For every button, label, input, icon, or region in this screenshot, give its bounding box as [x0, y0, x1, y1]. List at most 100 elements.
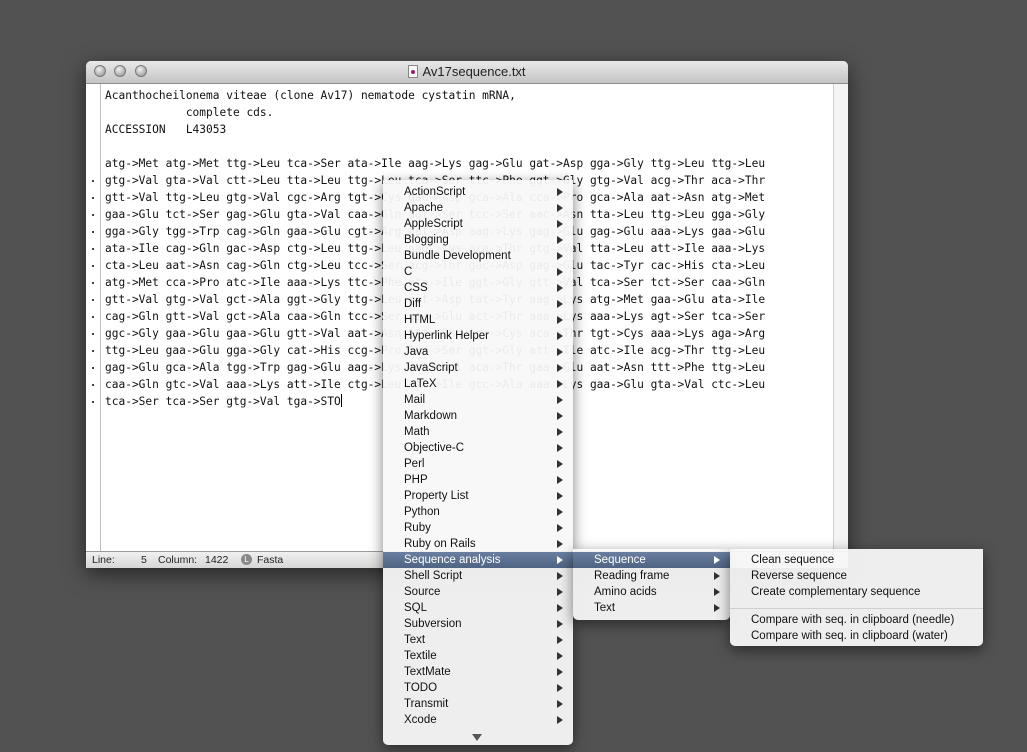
menu-item-objective-c[interactable]: Objective-C — [383, 440, 573, 456]
submenu-arrow-icon — [557, 364, 563, 372]
menu-item-math[interactable]: Math — [383, 424, 573, 440]
submenu-arrow-icon — [557, 252, 563, 260]
sequence-analysis-submenu: Sequence Reading frame Amino acids Text — [573, 549, 730, 620]
menu-item-property-list[interactable]: Property List — [383, 488, 573, 504]
menu-item-reading-frame[interactable]: Reading frame — [573, 568, 730, 584]
code-line: Acanthocheilonema viteae (clone Av17) ne… — [105, 89, 516, 102]
menu-item-sql[interactable]: SQL — [383, 600, 573, 616]
menu-item-css[interactable]: CSS — [383, 280, 573, 296]
menu-item-perl[interactable]: Perl — [383, 456, 573, 472]
code-line: ACCESSION L43053 — [105, 123, 227, 136]
menu-item-label: C — [404, 266, 413, 278]
menu-item-source[interactable]: Source — [383, 584, 573, 600]
menu-item-text[interactable]: Text — [383, 632, 573, 648]
gutter-marker — [92, 231, 94, 233]
menu-item-reverse-sequence[interactable]: Reverse sequence — [730, 568, 983, 584]
line-gutter[interactable] — [86, 84, 101, 552]
menu-item-ruby[interactable]: Ruby — [383, 520, 573, 536]
gutter-marker — [92, 333, 94, 335]
gutter-marker — [92, 367, 94, 369]
menu-item-label: Perl — [404, 458, 425, 470]
menu-item-python[interactable]: Python — [383, 504, 573, 520]
menu-item-applescript[interactable]: AppleScript — [383, 216, 573, 232]
menu-item-javascript[interactable]: JavaScript — [383, 360, 573, 376]
gutter-marker — [92, 401, 94, 403]
menu-item-label: Apache — [404, 202, 444, 214]
submenu-arrow-icon — [714, 588, 720, 596]
menu-item-text[interactable]: Text — [573, 600, 730, 616]
menu-item-label: Bundle Development — [404, 250, 511, 262]
menu-item-label: Java — [404, 346, 429, 358]
submenu-arrow-icon — [557, 716, 563, 724]
submenu-arrow-icon — [557, 668, 563, 676]
menu-item-xcode[interactable]: Xcode — [383, 712, 573, 728]
menu-item-sequence-analysis[interactable]: Sequence analysis — [383, 552, 573, 568]
menu-item-label: Text — [404, 634, 426, 646]
submenu-arrow-icon — [714, 604, 720, 612]
menu-item-compare-with-seq-in-clipboard-needle[interactable]: Compare with seq. in clipboard (needle) — [730, 612, 983, 628]
title-bar[interactable]: Av17sequence.txt — [86, 61, 848, 84]
window-title: Av17sequence.txt — [422, 64, 526, 79]
menu-item-textile[interactable]: Textile — [383, 648, 573, 664]
submenu-arrow-icon — [557, 556, 563, 564]
submenu-arrow-icon — [557, 524, 563, 532]
menu-item-label: Hyperlink Helper — [404, 330, 490, 342]
menu-item-php[interactable]: PHP — [383, 472, 573, 488]
submenu-arrow-icon — [557, 220, 563, 228]
menu-item-shell-script[interactable]: Shell Script — [383, 568, 573, 584]
menu-item-bundle-development[interactable]: Bundle Development — [383, 248, 573, 264]
menu-item-label: HTML — [404, 314, 436, 326]
submenu-arrow-icon — [557, 380, 563, 388]
menu-item-textmate[interactable]: TextMate — [383, 664, 573, 680]
menu-item-html[interactable]: HTML — [383, 312, 573, 328]
submenu-arrow-icon — [557, 444, 563, 452]
menu-item-label: ActionScript — [404, 186, 466, 198]
menu-item-label: Property List — [404, 490, 469, 502]
menu-item-todo[interactable]: TODO — [383, 680, 573, 696]
menu-item-hyperlink-helper[interactable]: Hyperlink Helper — [383, 328, 573, 344]
line-number[interactable]: 5 — [141, 554, 147, 566]
menu-item-subversion[interactable]: Subversion — [383, 616, 573, 632]
menu-item-sequence[interactable]: Sequence — [573, 552, 730, 568]
menu-item-mail[interactable]: Mail — [383, 392, 573, 408]
menu-item-markdown[interactable]: Markdown — [383, 408, 573, 424]
gutter-marker — [92, 384, 94, 386]
menu-item-label: Source — [404, 586, 441, 598]
submenu-arrow-icon — [557, 348, 563, 356]
menu-item-compare-with-seq-in-clipboard-water[interactable]: Compare with seq. in clipboard (water) — [730, 628, 983, 644]
code-line: atg->Met atg->Met ttg->Leu tca->Ser ata-… — [105, 157, 766, 170]
line-label: Line: — [92, 554, 115, 566]
submenu-arrow-icon — [557, 284, 563, 292]
submenu-arrow-icon — [557, 268, 563, 276]
menu-item-diff[interactable]: Diff — [383, 296, 573, 312]
language-gear-icon[interactable]: L — [241, 554, 252, 565]
menu-item-label: JavaScript — [404, 362, 458, 374]
submenu-arrow-icon — [557, 572, 563, 580]
menu-item-actionscript[interactable]: ActionScript — [383, 184, 573, 200]
submenu-arrow-icon — [557, 604, 563, 612]
menu-item-label: Sequence — [594, 554, 646, 566]
bundles-menu: ActionScript Apache AppleScript Blogging Bun… — [383, 180, 573, 745]
scroll-down-arrow-icon[interactable] — [472, 734, 482, 741]
column-label: Column: — [158, 554, 198, 566]
menu-item-blogging[interactable]: Blogging — [383, 232, 573, 248]
vertical-scrollbar[interactable] — [833, 84, 848, 552]
language-popup[interactable]: Fasta — [257, 554, 283, 566]
menu-item-transmit[interactable]: Transmit — [383, 696, 573, 712]
submenu-arrow-icon — [557, 396, 563, 404]
menu-item-c[interactable]: C — [383, 264, 573, 280]
menu-item-create-complementary-sequence[interactable]: Create complementary sequence — [730, 584, 983, 600]
submenu-arrow-icon — [557, 508, 563, 516]
menu-item-amino-acids[interactable]: Amino acids — [573, 584, 730, 600]
menu-item-apache[interactable]: Apache — [383, 200, 573, 216]
gutter-marker — [92, 265, 94, 267]
text-caret — [340, 394, 342, 407]
menu-item-clean-sequence[interactable]: Clean sequence — [730, 552, 983, 568]
sequence-commands-submenu: Clean sequence Reverse sequence Create com… — [730, 549, 983, 646]
menu-item-label: Objective-C — [404, 442, 465, 454]
menu-item-ruby-on-rails[interactable]: Ruby on Rails — [383, 536, 573, 552]
gutter-marker — [92, 282, 94, 284]
text-document-icon — [408, 65, 419, 78]
menu-item-java[interactable]: Java — [383, 344, 573, 360]
menu-item-latex[interactable]: LaTeX — [383, 376, 573, 392]
